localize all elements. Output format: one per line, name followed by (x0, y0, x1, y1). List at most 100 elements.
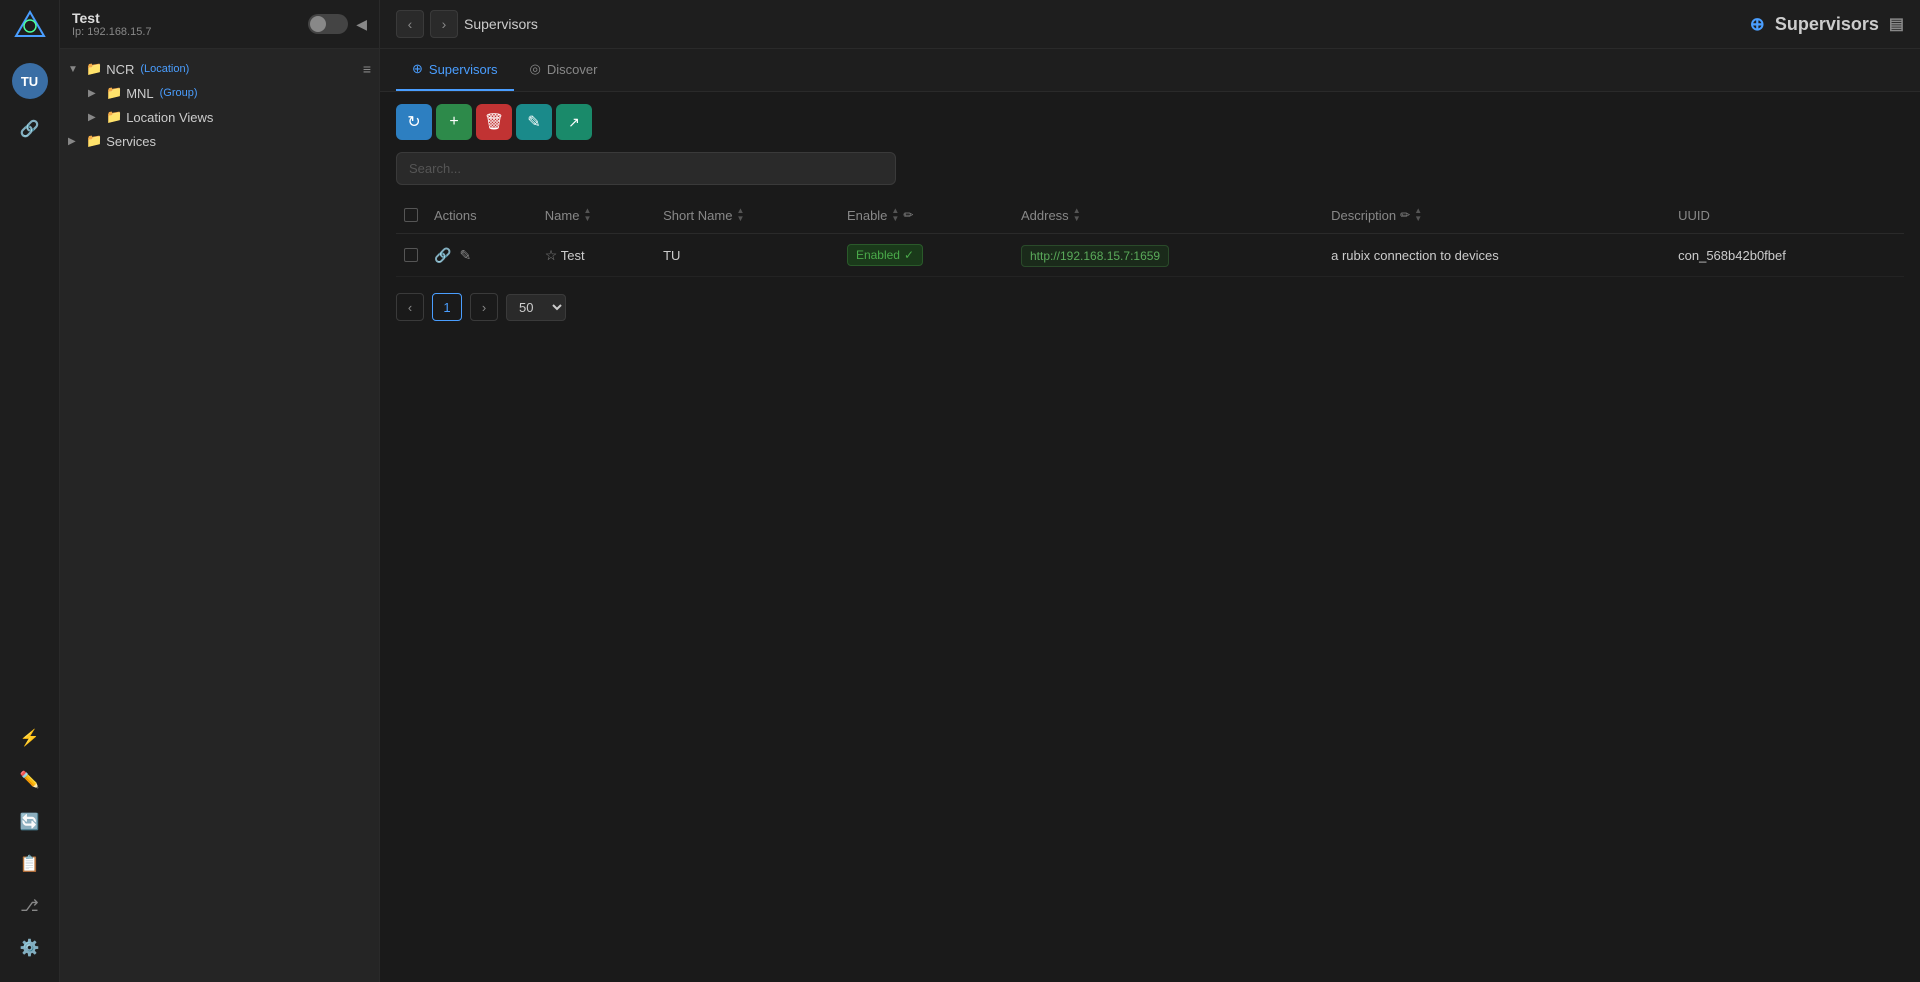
col-description[interactable]: Description ✏ ▲▼ (1323, 197, 1670, 234)
folder-icon-services: 📁 (86, 133, 102, 149)
icon-bar: TU 🔗 ⚡ ✏️ 🔄 📋 ⎇ ⚙️ (0, 0, 60, 982)
col-description-filter[interactable]: ✏ (1400, 208, 1410, 222)
tag-ncr: (Location) (140, 63, 189, 75)
sidebar-collapse-btn[interactable]: ◀ (356, 16, 367, 33)
col-name-label: Name (545, 208, 580, 223)
row-checkbox-cell (396, 234, 426, 277)
pen-icon[interactable]: ✏️ (12, 762, 48, 798)
row-short-name-cell: TU (655, 234, 839, 277)
toggle-switch[interactable] (308, 14, 348, 34)
page-title: Supervisors (1775, 14, 1879, 35)
col-actions: Actions (426, 197, 537, 234)
hamburger-icon[interactable]: ≡ (363, 61, 371, 77)
current-page[interactable]: 1 (432, 293, 462, 321)
col-address-label: Address (1021, 208, 1069, 223)
col-address-sort[interactable]: ▲▼ (1073, 207, 1081, 223)
col-description-sort[interactable]: ▲▼ (1414, 207, 1422, 223)
col-enable-sort[interactable]: ▲▼ (891, 207, 899, 223)
tab-discover[interactable]: ◎ Discover (514, 49, 614, 91)
row-uuid: con_568b42b0fbef (1678, 248, 1786, 263)
row-checkbox[interactable] (404, 248, 418, 262)
edit-button[interactable]: ✎ (516, 104, 552, 140)
row-edit-icon[interactable]: ✎ (459, 247, 471, 264)
table-container: Actions Name ▲▼ Short Name ▲▼ (380, 197, 1920, 277)
content-panel: ⊕ Supervisors ◎ Discover ↻ + 🗑 ✎ ↗ (380, 49, 1920, 982)
pagination: ‹ 1 › 10 25 50 100 (380, 277, 1920, 337)
tab-discover-label: Discover (547, 62, 598, 77)
settings-icon[interactable]: ⚙️ (12, 930, 48, 966)
row-description-cell: a rubix connection to devices (1323, 234, 1670, 277)
row-address-cell: http://192.168.15.7:1659 (1013, 234, 1323, 277)
tag-mnl: (Group) (160, 87, 198, 99)
add-button[interactable]: + (436, 104, 472, 140)
nav-back-btn[interactable]: ‹ (396, 10, 424, 38)
nav-forward-btn[interactable]: › (430, 10, 458, 38)
search-input[interactable] (396, 152, 896, 185)
breadcrumb-left: ‹ › Supervisors (396, 10, 538, 38)
col-short-name-label: Short Name (663, 208, 732, 223)
row-actions: 🔗 ✎ (434, 247, 529, 264)
refresh-button[interactable]: ↻ (396, 104, 432, 140)
col-name-sort[interactable]: ▲▼ (583, 207, 591, 223)
breadcrumb-right: ⊕ Supervisors ▤ (1750, 14, 1904, 35)
label-services: Services (106, 134, 156, 149)
row-uuid-cell: con_568b42b0fbef (1670, 234, 1904, 277)
check-icon: ✓ (904, 248, 914, 262)
refresh-icon[interactable]: 🔄 (12, 804, 48, 840)
row-name-cell: ☆ Test (537, 234, 655, 277)
folder-icon-location-views: 📁 (106, 109, 122, 125)
lightning-icon[interactable]: ⚡ (12, 720, 48, 756)
row-address[interactable]: http://192.168.15.7:1659 (1021, 245, 1169, 267)
col-uuid: UUID (1670, 197, 1904, 234)
main-content: ‹ › Supervisors ⊕ Supervisors ▤ ⊕ Superv… (380, 0, 1920, 982)
sidebar-item-location-views[interactable]: ▶ 📁 Location Views (60, 105, 379, 129)
folder-icon-mnl: 📁 (106, 85, 122, 101)
app-logo[interactable] (12, 8, 48, 47)
col-enable-filter[interactable]: ✏ (903, 208, 913, 222)
breadcrumb-bar: ‹ › Supervisors ⊕ Supervisors ▤ (380, 0, 1920, 49)
col-address[interactable]: Address ▲▼ (1013, 197, 1323, 234)
next-page-btn[interactable]: › (470, 293, 498, 321)
row-description: a rubix connection to devices (1331, 248, 1499, 263)
enabled-label: Enabled (856, 248, 900, 262)
row-enable-badge: Enabled ✓ (847, 244, 923, 266)
supervisors-table: Actions Name ▲▼ Short Name ▲▼ (396, 197, 1904, 277)
col-enable-label: Enable (847, 208, 887, 223)
label-ncr: NCR (106, 62, 134, 77)
sidebar-item-services[interactable]: ▶ 📁 Services (60, 129, 379, 153)
col-short-name-sort[interactable]: ▲▼ (736, 207, 744, 223)
chevron-mnl: ▶ (88, 88, 102, 99)
col-short-name[interactable]: Short Name ▲▼ (655, 197, 839, 234)
row-enable-cell: Enabled ✓ (839, 234, 1013, 277)
prev-page-btn[interactable]: ‹ (396, 293, 424, 321)
sidebar-item-mnl[interactable]: ▶ 📁 MNL (Group) (60, 81, 379, 105)
label-location-views: Location Views (126, 110, 213, 125)
sidebar: Test Ip: 192.168.15.7 ◀ ▼ 📁 NCR (Locatio… (60, 0, 380, 982)
tabs-bar: ⊕ Supervisors ◎ Discover (380, 49, 1920, 92)
sidebar-ip: Ip: 192.168.15.7 (72, 26, 152, 38)
avatar[interactable]: TU (12, 63, 48, 99)
col-actions-label: Actions (434, 208, 477, 223)
folder-icon-ncr: 📁 (86, 61, 102, 77)
col-name[interactable]: Name ▲▼ (537, 197, 655, 234)
notebook-icon[interactable]: 📋 (12, 846, 48, 882)
col-enable[interactable]: Enable ▲▼ ✏ (839, 197, 1013, 234)
select-all-checkbox[interactable] (404, 208, 418, 222)
row-link-icon[interactable]: 🔗 (434, 247, 451, 264)
export-button[interactable]: ↗ (556, 104, 592, 140)
link-icon[interactable]: 🔗 (12, 111, 48, 147)
tab-supervisors[interactable]: ⊕ Supervisors (396, 49, 514, 91)
chevron-services: ▶ (68, 136, 82, 147)
branch-icon[interactable]: ⎇ (12, 888, 48, 924)
row-actions-cell: 🔗 ✎ (426, 234, 537, 277)
delete-button[interactable]: 🗑 (476, 104, 512, 140)
sidebar-title: Test (72, 10, 152, 26)
row-star-icon[interactable]: ☆ (545, 247, 558, 263)
table-row: 🔗 ✎ ☆ Test TU En (396, 234, 1904, 277)
sidebar-tree: ▼ 📁 NCR (Location) ≡ ▶ 📁 MNL (Group) ▶ 📁… (60, 49, 379, 982)
breadcrumb-text: Supervisors (464, 16, 538, 32)
toolbar: ↻ + 🗑 ✎ ↗ (380, 92, 1920, 152)
sidebar-item-ncr[interactable]: ▼ 📁 NCR (Location) ≡ (60, 57, 379, 81)
page-size-select[interactable]: 10 25 50 100 (506, 294, 566, 321)
tab-discover-icon: ◎ (530, 61, 541, 77)
